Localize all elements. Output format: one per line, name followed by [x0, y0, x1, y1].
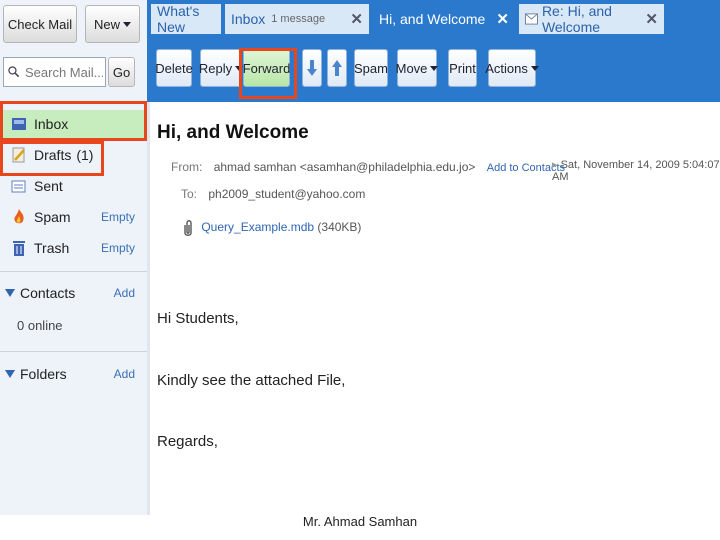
search-box [3, 57, 106, 87]
search-icon [8, 66, 20, 78]
tab-hi-and-welcome-label: Hi, and Welcome [379, 11, 486, 27]
reply-label: Reply [198, 60, 233, 76]
close-icon[interactable]: ✕ [645, 10, 658, 28]
from-label: From: [171, 160, 203, 174]
reply-button[interactable]: Reply [198, 49, 244, 87]
triangle-down-icon [5, 370, 15, 378]
close-icon[interactable]: ✕ [496, 10, 509, 28]
delete-label: Delete [155, 60, 193, 76]
expand-arrow-icon: ▸ [552, 159, 561, 171]
attachment-link[interactable]: Query_Example.mdb [201, 220, 314, 234]
message-date: Sat, November 14, 2009 5:04:07 AM [552, 159, 720, 183]
sent-icon [10, 177, 28, 195]
pane-splitter[interactable] [147, 102, 150, 515]
move-button[interactable]: Move [395, 49, 439, 87]
actions-button[interactable]: Actions [485, 49, 539, 87]
previous-message-button[interactable] [327, 49, 347, 87]
spam-icon [10, 208, 28, 226]
to-label: To: [181, 187, 198, 201]
arrow-up-icon [332, 60, 342, 76]
new-button[interactable]: New [85, 5, 140, 43]
tab-inbox[interactable]: Inbox 1 message ✕ [225, 4, 369, 34]
empty-spam-link[interactable]: Empty [101, 210, 135, 224]
new-label: New [93, 16, 120, 32]
body-text: Kindly see the attached File, [157, 372, 346, 389]
triangle-down-icon [5, 289, 15, 297]
delete-button[interactable]: Delete [155, 49, 193, 87]
folders-label: Folders [20, 366, 67, 382]
body-greeting: Hi Students, [157, 310, 239, 327]
forward-highlight-box [239, 48, 297, 99]
next-message-button[interactable] [302, 49, 322, 87]
spam-label: Spam [354, 60, 388, 76]
message-date-line: ▸ Sat, November 14, 2009 5:04:07 AM [552, 158, 720, 183]
folder-sent-label: Sent [34, 178, 63, 194]
tab-whats-new-label: What's New [157, 3, 200, 35]
draft-icon [525, 13, 538, 25]
inbox-highlight-box [0, 101, 147, 141]
from-line: From: ahmad samhan <asamhan@philadelphia… [171, 160, 565, 174]
tab-inbox-count: 1 message [271, 13, 326, 25]
check-mail-button[interactable]: Check Mail [3, 5, 77, 43]
move-label: Move [395, 60, 428, 76]
folder-trash[interactable]: Trash Empty [0, 234, 147, 262]
body-signoff: Regards, [157, 433, 218, 450]
tab-hi-and-welcome[interactable]: Hi, and Welcome ✕ [373, 4, 515, 34]
folder-trash-label: Trash [34, 240, 70, 256]
attachment-line: Query_Example.mdb (340KB) [182, 219, 361, 237]
attachment-size: (340KB) [317, 220, 362, 235]
left-navigation-pane: Check Mail New Go Inbox Drafts (1) Sent [0, 0, 147, 515]
actions-label: Actions [485, 60, 528, 76]
slide-footer: Mr. Ahmad Samhan [302, 514, 418, 529]
chevron-down-icon [530, 65, 539, 71]
tab-whats-new[interactable]: What's New [151, 3, 221, 35]
drafts-highlight-box [0, 141, 104, 176]
recipient-email: ph2009_student@yahoo.com [208, 187, 366, 201]
folder-sent[interactable]: Sent [0, 172, 147, 200]
close-icon[interactable]: ✕ [350, 10, 363, 28]
sender-email: <asamhan@philadelphia.edu.jo> [299, 160, 476, 174]
add-folder-link[interactable]: Add [114, 367, 135, 381]
tab-inbox-label: Inbox [231, 11, 266, 27]
empty-trash-link[interactable]: Empty [101, 241, 135, 255]
chevron-down-icon [123, 21, 131, 27]
tab-bar: What's New Inbox 1 message ✕ Hi, and Wel… [147, 0, 720, 37]
tab-re-hi-and-welcome[interactable]: Re: Hi, and Welcome ✕ [519, 3, 664, 35]
arrow-down-icon [307, 60, 317, 76]
print-button[interactable]: Print [448, 49, 477, 87]
to-line: To: ph2009_student@yahoo.com [181, 187, 365, 201]
divider [0, 351, 147, 352]
search-input[interactable] [23, 63, 105, 81]
contacts-label: Contacts [20, 285, 76, 301]
trash-icon [10, 239, 28, 257]
contacts-section[interactable]: Contacts Add [0, 285, 147, 301]
go-label: Go [112, 64, 131, 80]
folder-spam-label: Spam [34, 209, 71, 225]
divider [0, 271, 147, 272]
message-pane: Hi, and Welcome From: ahmad samhan <asam… [147, 102, 720, 515]
spam-button[interactable]: Spam [354, 49, 388, 87]
search-go-button[interactable]: Go [108, 57, 135, 87]
add-contact-link[interactable]: Add [114, 286, 135, 300]
message-subject: Hi, and Welcome [157, 122, 309, 143]
paperclip-icon [184, 220, 192, 236]
sender-name[interactable]: ahmad samhan [214, 160, 297, 174]
folder-spam[interactable]: Spam Empty [0, 203, 147, 231]
check-mail-label: Check Mail [7, 16, 73, 32]
chevron-down-icon [430, 65, 439, 71]
folders-section[interactable]: Folders Add [0, 366, 147, 382]
message-toolbar: Delete Reply Forward Spam Move Print Act… [147, 37, 720, 102]
contacts-online-status: 0 online [17, 318, 63, 333]
print-label: Print [449, 60, 476, 76]
